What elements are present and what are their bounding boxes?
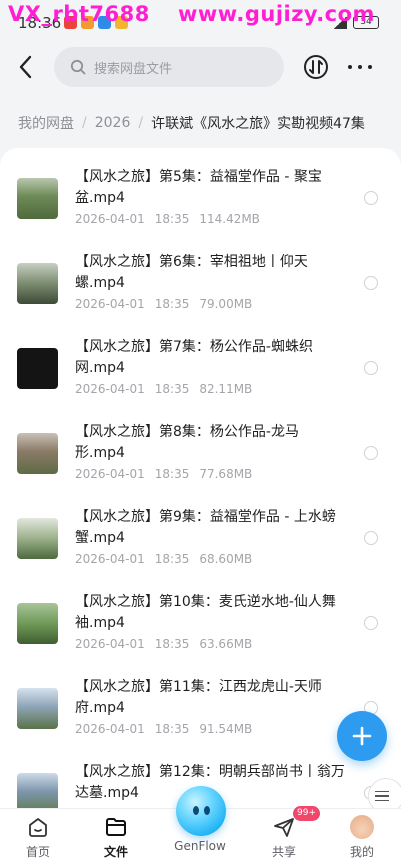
tab-label: 文件 [103, 845, 128, 859]
breadcrumb-separator: / [82, 115, 87, 131]
tab-genflow[interactable]: GenFlow [170, 835, 230, 864]
file-row[interactable]: 【风水之旅】第8集：杨公作品-龙马形.mp4 2026-04-01 18:35 77… [0, 403, 401, 488]
watermark-right: www.gujizy.com [178, 2, 375, 26]
menu-line-icon [375, 790, 389, 793]
file-date: 2026-04-01 [75, 382, 145, 396]
select-checkbox[interactable] [364, 616, 378, 630]
file-meta: 2026-04-01 18:35 77.68MB [75, 467, 262, 481]
file-name: 【风水之旅】第6集：宰相祖地丨仰天螺.mp4 [75, 254, 308, 291]
file-name: 【风水之旅】第8集：杨公作品-龙马形.mp4 [75, 424, 299, 461]
home-icon [26, 815, 50, 839]
file-size: 68.60MB [199, 552, 253, 566]
file-date: 2026-04-01 [75, 552, 145, 566]
video-thumbnail [17, 263, 58, 304]
search-input[interactable]: 搜索网盘文件 [54, 47, 284, 87]
tab-label: 首页 [25, 845, 50, 859]
file-size: 79.00MB [199, 297, 253, 311]
video-thumbnail [17, 773, 58, 808]
select-checkbox[interactable] [364, 531, 378, 545]
search-icon [70, 59, 86, 75]
tab-label: GenFlow [174, 839, 226, 853]
transfer-button[interactable] [303, 54, 329, 80]
file-time: 18:35 [154, 552, 190, 566]
file-time: 18:35 [154, 637, 190, 651]
add-button[interactable] [337, 711, 387, 761]
file-time: 18:35 [154, 722, 190, 736]
select-checkbox[interactable] [364, 191, 378, 205]
menu-line-icon [375, 799, 389, 802]
file-size: 63.66MB [199, 637, 253, 651]
file-date: 2026-04-01 [75, 297, 145, 311]
file-size: 77.68MB [199, 467, 253, 481]
avatar-icon [350, 815, 374, 839]
file-time: 18:35 [154, 297, 190, 311]
breadcrumb-item[interactable]: 2026 [95, 115, 131, 131]
file-date: 2026-04-01 [75, 467, 145, 481]
file-meta: 2026-04-01 18:35 63.66MB [75, 637, 262, 651]
file-meta: 2026-04-01 18:35 68.60MB [75, 552, 262, 566]
file-row[interactable]: 【风水之旅】第5集：益福堂作品 - 聚宝盆.mp4 2026-04-01 18:3… [0, 148, 401, 233]
mascot-eye-icon [193, 806, 199, 815]
tab-files[interactable]: 文件 [86, 809, 146, 864]
avatar [350, 815, 374, 839]
file-size: 114.42MB [199, 212, 260, 226]
file-meta: 2026-04-01 18:35 114.42MB [75, 212, 270, 226]
file-row[interactable]: 【风水之旅】第7集：杨公作品-蜘蛛织网.mp4 2026-04-01 18:35 8… [0, 318, 401, 403]
file-date: 2026-04-01 [75, 637, 145, 651]
file-meta: 2026-04-01 18:35 91.54MB [75, 722, 262, 736]
top-header: 搜索网盘文件 [0, 40, 401, 96]
file-date: 2026-04-01 [75, 722, 145, 736]
file-name: 【风水之旅】第10集：麦氏逆水地-仙人舞袖.mp4 [75, 594, 336, 631]
file-row[interactable]: 【风水之旅】第9集：益福堂作品 - 上水螃蟹.mp4 2026-04-01 18:… [0, 488, 401, 573]
file-row[interactable]: 【风水之旅】第10集：麦氏逆水地-仙人舞袖.mp4 2026-04-01 18:3… [0, 573, 401, 658]
more-options-button[interactable] [348, 58, 372, 76]
search-placeholder: 搜索网盘文件 [94, 61, 173, 77]
share-send-icon [272, 815, 296, 839]
video-thumbnail [17, 603, 58, 644]
back-button[interactable] [12, 52, 38, 82]
video-thumbnail [17, 518, 58, 559]
file-name: 【风水之旅】第11集：江西龙虎山-天师府.mp4 [75, 679, 322, 716]
file-name: 【风水之旅】第5集：益福堂作品 - 聚宝盆.mp4 [75, 169, 322, 206]
tab-me[interactable]: 我的 [332, 809, 392, 864]
file-meta: 2026-04-01 18:35 82.11MB [75, 382, 262, 396]
dot-icon [368, 65, 372, 69]
video-thumbnail [17, 688, 58, 729]
file-size: 82.11MB [199, 382, 253, 396]
video-thumbnail [17, 348, 58, 389]
file-meta: 2026-04-01 18:35 79.00MB [75, 297, 262, 311]
breadcrumb-item[interactable]: 我的网盘 [18, 113, 74, 133]
mascot-eye-icon [204, 806, 210, 815]
file-time: 18:35 [154, 212, 190, 226]
share-badge: 99+ [293, 806, 320, 821]
file-time: 18:35 [154, 467, 190, 481]
tab-label: 共享 [271, 845, 296, 859]
breadcrumb: 我的网盘 / 2026 / 许联斌《风水之旅》实勘视频47集 [18, 111, 398, 135]
genflow-mascot-icon[interactable] [176, 786, 226, 836]
tab-home[interactable]: 首页 [8, 809, 68, 864]
select-checkbox[interactable] [364, 361, 378, 375]
video-thumbnail [17, 178, 58, 219]
breadcrumb-current: 许联斌《风水之旅》实勘视频47集 [151, 116, 365, 132]
file-name: 【风水之旅】第9集：益福堂作品 - 上水螃蟹.mp4 [75, 509, 336, 546]
file-list: 【风水之旅】第5集：益福堂作品 - 聚宝盆.mp4 2026-04-01 18:3… [0, 148, 401, 808]
select-checkbox[interactable] [364, 276, 378, 290]
breadcrumb-separator: / [138, 115, 144, 131]
file-row[interactable]: 【风水之旅】第6集：宰相祖地丨仰天螺.mp4 2026-04-01 18:35 79… [0, 233, 401, 318]
watermark-left: VX_rbt7688 [8, 2, 150, 26]
select-checkbox[interactable] [364, 446, 378, 460]
tab-label: 我的 [349, 845, 374, 859]
chevron-left-icon [19, 55, 32, 79]
menu-line-icon [375, 795, 389, 797]
file-date: 2026-04-01 [75, 212, 145, 226]
dot-icon [358, 65, 362, 69]
folder-icon [104, 815, 128, 839]
file-time: 18:35 [154, 382, 190, 396]
file-name: 【风水之旅】第7集：杨公作品-蜘蛛织网.mp4 [75, 339, 313, 376]
video-thumbnail [17, 433, 58, 474]
file-size: 91.54MB [199, 722, 253, 736]
transfer-icon [304, 55, 328, 79]
dot-icon [348, 65, 352, 69]
plus-icon [352, 726, 372, 746]
